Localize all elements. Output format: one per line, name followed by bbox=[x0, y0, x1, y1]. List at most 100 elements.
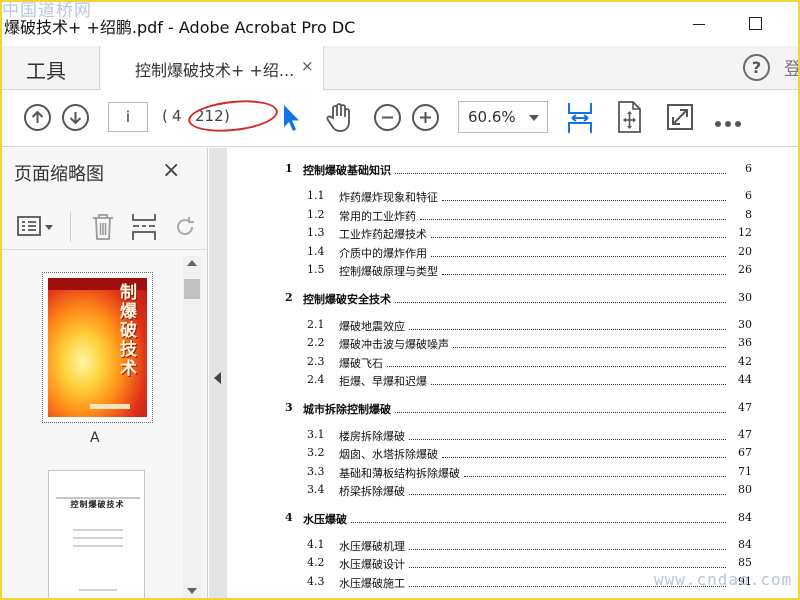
toc-page-number: 30 bbox=[738, 290, 752, 304]
toc-leader-dots bbox=[395, 295, 726, 303]
toc-leader-dots bbox=[351, 515, 726, 523]
toc-section-row[interactable]: 3.3 基础和薄板结构拆除爆破 71 bbox=[227, 465, 798, 483]
thumbnail-options-icon[interactable] bbox=[16, 214, 56, 240]
toc-section-row[interactable]: 3.4 桥梁拆除爆破 80 bbox=[227, 483, 798, 501]
panel-collapse-strip[interactable] bbox=[209, 148, 227, 598]
trash-icon[interactable] bbox=[90, 212, 116, 242]
tab-tools[interactable]: 工具 bbox=[2, 46, 100, 90]
toc-chapter-row[interactable]: 2 控制爆破安全技术 30 bbox=[227, 291, 798, 309]
toc-section-row[interactable]: 1.5 控制爆破原理与类型 26 bbox=[227, 263, 798, 281]
close-tab-icon[interactable]: × bbox=[301, 57, 314, 75]
toc-leader-dots bbox=[387, 359, 726, 367]
panel-scrollbar[interactable] bbox=[183, 256, 201, 598]
toc-leader-dots bbox=[409, 542, 726, 550]
toc-section-row[interactable]: 2.4 拒爆、早爆和迟爆 44 bbox=[227, 373, 798, 391]
toc-leader-dots bbox=[409, 432, 726, 440]
page-number-input[interactable]: i bbox=[108, 102, 148, 132]
toc-page-number: 8 bbox=[745, 207, 752, 221]
page-paren-open: ( bbox=[162, 107, 168, 125]
toc-title: 控制爆破原理与类型 bbox=[339, 265, 438, 278]
rotate-page-icon[interactable] bbox=[172, 214, 198, 240]
zoom-select[interactable]: 60.6% bbox=[458, 101, 548, 133]
prev-page-icon[interactable] bbox=[24, 104, 51, 131]
toc-chapter-row[interactable]: 4 水压爆破 84 bbox=[227, 511, 798, 529]
toc-section-row[interactable]: 1.1 炸药爆炸现象和特征 6 bbox=[227, 189, 798, 207]
toc-title: 水压爆破 bbox=[303, 512, 347, 526]
hand-tool-icon[interactable] bbox=[324, 101, 354, 133]
panel-title: 页面缩略图 bbox=[14, 164, 104, 185]
toc-page-number: 20 bbox=[738, 244, 752, 258]
red-annotation-ellipse bbox=[186, 96, 280, 136]
zoom-in-icon[interactable] bbox=[412, 104, 439, 131]
toc-page-number: 71 bbox=[738, 464, 752, 478]
toc-title: 城市拆除控制爆破 bbox=[303, 402, 391, 416]
toc-title: 桥梁拆除爆破 bbox=[339, 485, 405, 498]
toc-chapter-row[interactable]: 1 控制爆破基础知识 6 bbox=[227, 162, 798, 180]
more-tools-icon[interactable] bbox=[714, 113, 744, 127]
toc-number: 2.2 bbox=[307, 336, 325, 349]
toc-page-number: 80 bbox=[738, 483, 752, 496]
toc-section-row[interactable]: 3.1 楼房拆除爆破 47 bbox=[227, 428, 798, 446]
toc-number: 1.3 bbox=[307, 226, 325, 239]
thumbnail-text-line bbox=[73, 537, 123, 539]
toc-title: 爆破冲击波与爆破噪声 bbox=[339, 338, 449, 351]
page-thumbnail[interactable]: 控制爆破技术 bbox=[48, 470, 145, 598]
toc-title: 常用的工业炸药 bbox=[339, 209, 416, 223]
toc-number: 1.4 bbox=[307, 244, 325, 258]
toc-title: 水压爆破设计 bbox=[339, 558, 405, 571]
thumbnail-text-line bbox=[73, 545, 123, 547]
toc-section-row[interactable]: 4.1 水压爆破机理 84 bbox=[227, 538, 798, 556]
panel-toolbar bbox=[2, 204, 208, 250]
select-cursor-icon[interactable] bbox=[280, 103, 302, 133]
toc-page-number: 30 bbox=[738, 317, 752, 331]
toc-page-number: 47 bbox=[738, 400, 752, 414]
toc-title: 工业炸药起爆技术 bbox=[339, 228, 427, 241]
toc-number: 2.4 bbox=[307, 373, 325, 386]
toc-section-row[interactable]: 2.3 爆破飞石 42 bbox=[227, 355, 798, 373]
site-watermark-url: www.cndao.com bbox=[654, 570, 793, 589]
collapse-left-icon[interactable] bbox=[214, 372, 221, 384]
page-thumbnail[interactable]: 制爆破技术 bbox=[42, 272, 153, 423]
next-page-icon[interactable] bbox=[62, 104, 89, 131]
full-screen-icon[interactable] bbox=[666, 103, 694, 131]
thumbnail-list: 制爆破技术 A 控制爆破技术 bbox=[2, 254, 182, 598]
toc-number: 3.4 bbox=[307, 483, 325, 496]
help-icon[interactable]: ? bbox=[743, 54, 770, 81]
toc-page-number: 36 bbox=[738, 336, 752, 349]
scroll-down-icon[interactable] bbox=[187, 588, 197, 594]
toc-section-row[interactable]: 1.2 常用的工业炸药 8 bbox=[227, 208, 798, 226]
scrollbar-thumb[interactable] bbox=[184, 279, 200, 299]
chevron-down-icon bbox=[529, 115, 539, 121]
toc-section-row[interactable]: 2.2 爆破冲击波与爆破噪声 36 bbox=[227, 336, 798, 354]
toc-leader-dots bbox=[395, 405, 726, 413]
toc-section-row[interactable]: 1.3 工业炸药起爆技术 12 bbox=[227, 226, 798, 244]
toc-number: 4.3 bbox=[307, 574, 325, 588]
toc-chapter-row[interactable]: 3 城市拆除控制爆破 47 bbox=[227, 401, 798, 419]
toc-page-number: 42 bbox=[738, 354, 752, 368]
toc-section-row[interactable]: 1.4 介质中的爆炸作用 20 bbox=[227, 245, 798, 263]
maximize-button[interactable] bbox=[740, 10, 770, 36]
scroll-up-icon[interactable] bbox=[187, 260, 197, 266]
zoom-value: 60.6% bbox=[468, 108, 516, 126]
toc-title: 炸药爆炸现象和特征 bbox=[339, 191, 438, 204]
cover-title: 制爆破技术 bbox=[120, 283, 137, 379]
acrobat-window: 中国道桥网 爆破技术+ +绍鹏.pdf - Adobe Acrobat Pro … bbox=[2, 2, 798, 598]
toc-leader-dots bbox=[453, 340, 726, 348]
zoom-out-icon[interactable] bbox=[374, 104, 401, 131]
rotate-view-icon[interactable] bbox=[616, 100, 644, 134]
minimize-button[interactable] bbox=[685, 10, 715, 36]
fit-width-icon[interactable] bbox=[566, 101, 594, 135]
toc-number: 2.3 bbox=[307, 354, 325, 368]
toc-page-number: 84 bbox=[738, 510, 752, 524]
tab-document[interactable]: 控制爆破技术+ +绍... × bbox=[101, 46, 324, 91]
toc-section-row[interactable]: 2.1 爆破地震效应 30 bbox=[227, 318, 798, 336]
toc-number: 1.1 bbox=[307, 189, 325, 202]
toc-page-number: 12 bbox=[738, 226, 752, 239]
toc-section-row[interactable]: 3.2 烟囱、水塔拆除爆破 67 bbox=[227, 446, 798, 464]
toc-leader-dots bbox=[395, 166, 726, 174]
toc-leader-dots bbox=[442, 193, 726, 201]
close-panel-icon[interactable]: × bbox=[162, 158, 180, 183]
sign-in-overflow[interactable]: 登 bbox=[784, 55, 798, 81]
toc-title: 水压爆破机理 bbox=[339, 539, 405, 553]
insert-page-icon[interactable] bbox=[130, 212, 158, 242]
